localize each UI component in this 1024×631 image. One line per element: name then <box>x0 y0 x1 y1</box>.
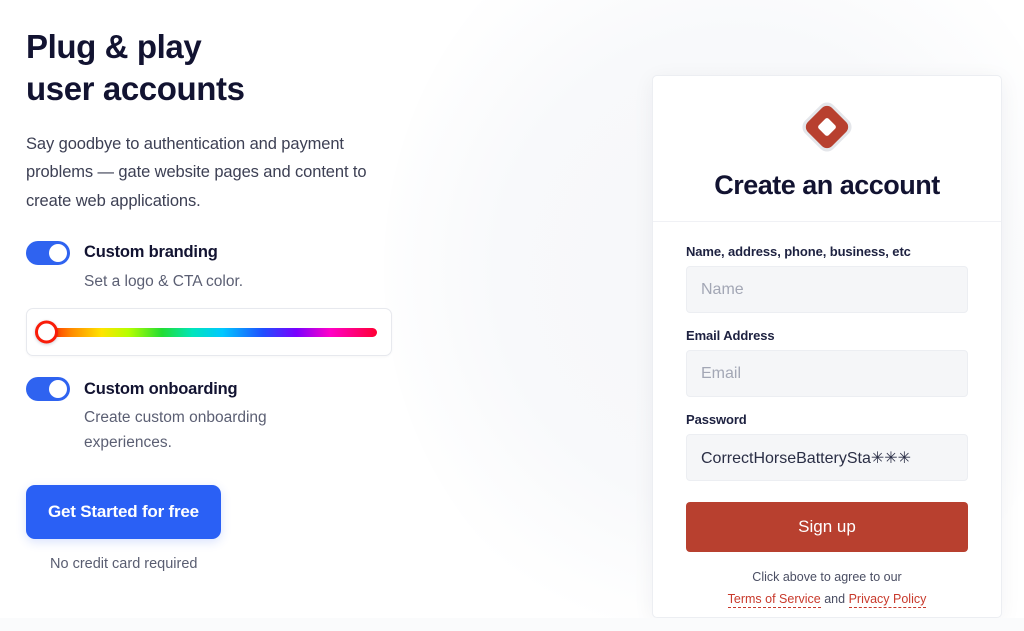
headline-line-2: user accounts <box>26 69 245 107</box>
name-input[interactable] <box>686 266 968 313</box>
feature-title: Custom onboarding <box>84 379 238 398</box>
signup-card: Create an account Name, address, phone, … <box>652 75 1002 618</box>
field-email: Email Address <box>686 328 968 397</box>
landing-page: Plug & play user accounts Say goodbye to… <box>0 0 1024 631</box>
headline-line-1: Plug & play <box>26 28 202 65</box>
logo-wrapper <box>673 98 981 156</box>
privacy-policy-link[interactable]: Privacy Policy <box>848 591 927 608</box>
card-title: Create an account <box>714 170 940 200</box>
feature-description: Create custom onboarding experiences. <box>84 409 267 451</box>
diamond-logo-icon <box>802 102 852 152</box>
toggle-knob <box>49 243 67 262</box>
feature-description: Set a logo & CTA color. <box>84 272 244 290</box>
color-slider-handle[interactable] <box>35 320 58 344</box>
email-input[interactable] <box>686 350 968 397</box>
color-picker-panel <box>26 308 392 357</box>
feature-custom-onboarding: Custom onboarding Create custom onboardi… <box>26 377 456 455</box>
feature-header-row: Custom onboarding <box>26 377 456 402</box>
toggle-custom-onboarding[interactable] <box>26 377 70 402</box>
toggle-knob <box>49 380 67 399</box>
terms-of-service-link[interactable]: Terms of Service <box>727 591 821 608</box>
field-label-password: Password <box>686 412 747 427</box>
page-title: Plug & play user accounts <box>26 26 456 110</box>
agreement-conjunction: and <box>824 591 846 606</box>
page-bottom-strip <box>0 618 1024 631</box>
feature-title: Custom branding <box>84 243 218 262</box>
card-header: Create an account <box>653 76 1001 222</box>
feature-custom-branding: Custom branding Set a logo & CTA color. <box>26 240 456 357</box>
agreement-prefix: Click above to agree to our <box>752 570 902 584</box>
sign-up-button[interactable]: Sign up <box>686 502 968 552</box>
hero-subheading: Say goodbye to authentication and paymen… <box>26 134 367 210</box>
field-name: Name, address, phone, business, etc <box>686 244 968 313</box>
toggle-custom-branding[interactable] <box>26 240 70 265</box>
field-label-name: Name, address, phone, business, etc <box>686 244 911 259</box>
color-slider-track[interactable] <box>35 320 377 344</box>
hero-section: Plug & play user accounts Say goodbye to… <box>26 26 456 572</box>
feature-header-row: Custom branding <box>26 240 456 265</box>
field-label-email: Email Address <box>686 328 775 343</box>
field-password: Password <box>686 412 968 481</box>
no-credit-card-note: No credit card required <box>50 556 198 573</box>
agreement-text: Click above to agree to our Terms of Ser… <box>686 567 968 611</box>
signup-form: Name, address, phone, business, etc Emai… <box>653 222 1001 611</box>
get-started-button[interactable]: Get Started for free <box>26 485 221 540</box>
password-input[interactable] <box>686 434 968 481</box>
